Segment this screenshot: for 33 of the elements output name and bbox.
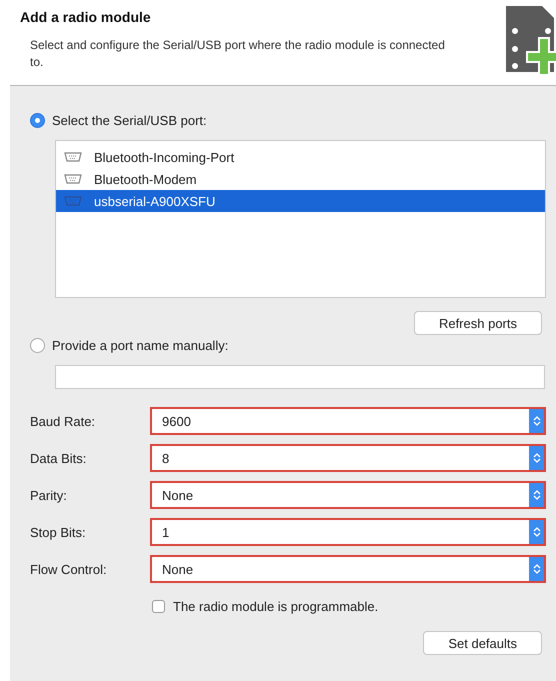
setting-dropdown[interactable]: 9600: [150, 407, 546, 435]
serial-port-icon: [64, 196, 82, 206]
refresh-ports-button[interactable]: Refresh ports: [414, 311, 542, 335]
dialog-description: Select and configure the Serial/USB port where the radio module is connected to.: [30, 37, 446, 71]
setting-dropdown[interactable]: None: [150, 481, 546, 509]
checkbox-label: The radio module is programmable.: [173, 599, 378, 614]
dropdown-arrows-icon: [529, 520, 544, 544]
port-item[interactable]: Bluetooth-Modem: [56, 168, 545, 190]
radio-label: Select the Serial/USB port:: [52, 112, 207, 128]
port-name-field[interactable]: [55, 365, 545, 389]
serial-port-icon: [64, 174, 82, 184]
dropdown-arrows-icon: [529, 483, 544, 507]
setting-label: Data Bits:: [30, 450, 88, 466]
dialog-title: Add a radio module: [20, 9, 152, 25]
port-list[interactable]: Bluetooth-Incoming-Port Bluetooth-Modem usbserial-A900XSFU: [55, 140, 546, 298]
port-item[interactable]: usbserial-A900XSFU: [56, 190, 545, 212]
dropdown-arrows-icon: [529, 409, 544, 433]
setting-dropdown[interactable]: 1: [150, 518, 546, 546]
setting-label: Baud Rate:: [30, 414, 96, 428]
serial-port-icon: [64, 152, 82, 162]
setting-label: Flow Control:: [30, 562, 108, 576]
dropdown-arrows-icon: [529, 557, 544, 581]
dropdown-arrows-icon: [529, 446, 544, 470]
setting-dropdown[interactable]: 8: [150, 444, 546, 472]
radio-label: Provide a port name manually:: [52, 338, 228, 352]
setting-label: Parity:: [30, 488, 68, 502]
radio-button[interactable]: [30, 112, 45, 128]
setting-label: Stop Bits:: [30, 524, 87, 540]
port-item[interactable]: Bluetooth-Incoming-Port: [56, 146, 545, 168]
set-defaults-button[interactable]: Set defaults: [423, 631, 542, 655]
radio-button[interactable]: [30, 338, 45, 352]
checkbox[interactable]: [152, 600, 165, 613]
setting-dropdown[interactable]: None: [150, 555, 546, 583]
